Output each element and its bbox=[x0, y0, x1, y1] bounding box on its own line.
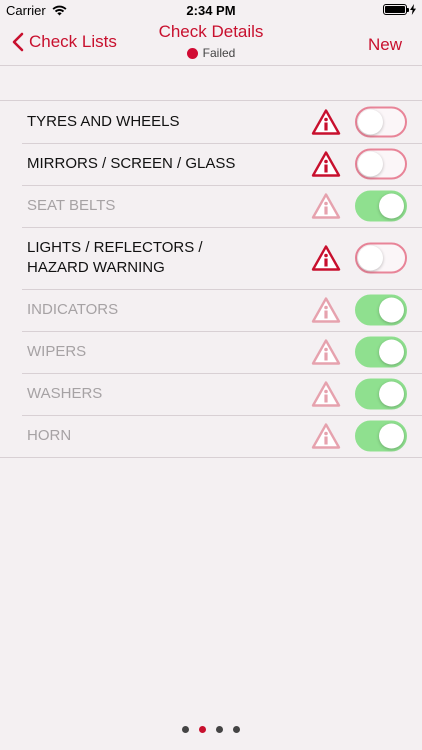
page-indicator[interactable] bbox=[0, 726, 422, 733]
toggle-knob bbox=[358, 245, 383, 271]
check-list: TYRES AND WHEELS MIRRORS / SCREEN / GLAS… bbox=[0, 100, 422, 458]
check-item-seat-belts: SEAT BELTS bbox=[0, 185, 422, 227]
failed-status-dot bbox=[186, 47, 198, 59]
check-item-label: INDICATORS bbox=[27, 301, 119, 318]
status-badge: Failed bbox=[186, 46, 236, 60]
check-item-wipers: WIPERS bbox=[0, 331, 422, 373]
warning-info-icon[interactable] bbox=[311, 423, 341, 450]
check-item-label: MIRRORS / SCREEN / GLASS bbox=[27, 155, 236, 172]
check-item-lights-reflectors-hazard-warning: LIGHTS / REFLECTORS / HAZARD WARNING bbox=[0, 227, 422, 289]
back-button[interactable]: Check Lists bbox=[12, 32, 117, 52]
toggle-knob bbox=[379, 339, 404, 365]
check-item-indicators: INDICATORS bbox=[0, 289, 422, 331]
check-item-label: LIGHTS / REFLECTORS / HAZARD WARNING bbox=[27, 239, 203, 276]
warning-info-icon[interactable] bbox=[311, 109, 341, 136]
pass-toggle[interactable] bbox=[355, 190, 407, 222]
new-button[interactable]: New bbox=[368, 35, 402, 55]
pass-toggle[interactable] bbox=[355, 378, 407, 410]
charging-bolt-icon bbox=[410, 4, 416, 15]
status-right bbox=[383, 4, 416, 15]
check-item-label: WIPERS bbox=[27, 343, 87, 360]
pass-toggle[interactable] bbox=[355, 336, 407, 368]
toggle-knob bbox=[379, 381, 404, 407]
battery-icon bbox=[383, 4, 409, 15]
page-dot[interactable] bbox=[199, 726, 206, 733]
status-bar: Carrier 2:34 PM bbox=[0, 0, 422, 20]
warning-info-icon[interactable] bbox=[311, 297, 341, 324]
pass-toggle[interactable] bbox=[355, 420, 407, 452]
check-item-label: SEAT BELTS bbox=[27, 197, 116, 214]
check-item-mirrors-screen-glass: MIRRORS / SCREEN / GLASS bbox=[0, 143, 422, 185]
toggle-knob bbox=[379, 297, 404, 323]
page-dot[interactable] bbox=[216, 726, 223, 733]
warning-info-icon[interactable] bbox=[311, 193, 341, 220]
check-item-horn: HORN bbox=[0, 415, 422, 457]
pass-toggle[interactable] bbox=[355, 148, 407, 180]
warning-info-icon[interactable] bbox=[311, 381, 341, 408]
toggle-knob bbox=[358, 151, 383, 177]
status-badge-label: Failed bbox=[202, 46, 236, 60]
pass-toggle[interactable] bbox=[355, 106, 407, 138]
navigation-bar: Check Lists Check Details Failed New bbox=[0, 20, 422, 66]
back-button-label: Check Lists bbox=[29, 32, 117, 51]
check-item-label: HORN bbox=[27, 427, 72, 444]
check-item-label: TYRES AND WHEELS bbox=[27, 113, 180, 130]
pass-toggle[interactable] bbox=[355, 242, 407, 274]
check-item-washers: WASHERS bbox=[0, 373, 422, 415]
chevron-left-icon bbox=[12, 32, 24, 52]
toggle-knob bbox=[379, 423, 404, 449]
page-dot[interactable] bbox=[182, 726, 189, 733]
page-dot[interactable] bbox=[233, 726, 240, 733]
warning-info-icon[interactable] bbox=[311, 151, 341, 178]
toggle-knob bbox=[379, 193, 404, 219]
toggle-knob bbox=[358, 109, 383, 135]
check-item-tyres-and-wheels: TYRES AND WHEELS bbox=[0, 101, 422, 143]
check-item-label: WASHERS bbox=[27, 385, 103, 402]
status-time: 2:34 PM bbox=[186, 3, 236, 18]
warning-info-icon[interactable] bbox=[311, 339, 341, 366]
warning-info-icon[interactable] bbox=[311, 245, 341, 272]
pass-toggle[interactable] bbox=[355, 294, 407, 326]
